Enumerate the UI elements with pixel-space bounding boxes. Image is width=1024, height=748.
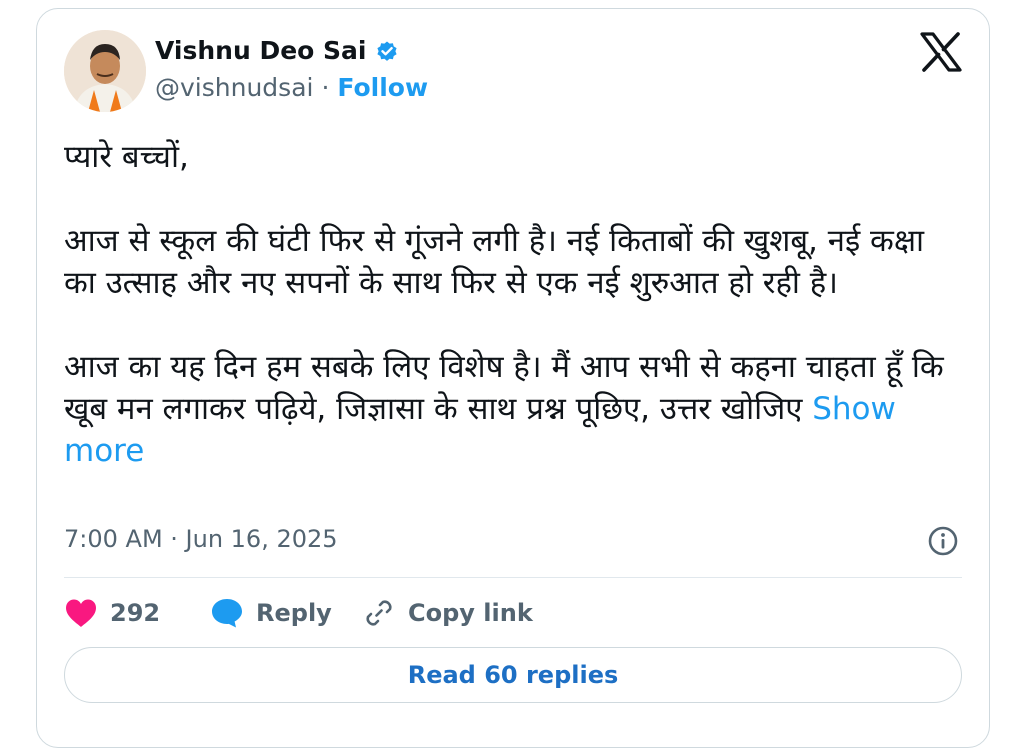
- divider: [64, 577, 962, 578]
- heart-icon: [66, 599, 96, 627]
- reply-label: Reply: [256, 599, 332, 627]
- follow-button[interactable]: Follow: [337, 73, 428, 102]
- like-button[interactable]: 292: [64, 598, 210, 628]
- author-name[interactable]: Vishnu Deo Sai: [155, 36, 367, 65]
- tweet-actions: 292 Reply Copy link: [64, 592, 533, 634]
- tweet-body: प्यारे बच्चों, आज से स्कूल की घंटी फिर स…: [64, 139, 944, 427]
- copy-link-label: Copy link: [408, 599, 533, 627]
- copy-link-button[interactable]: Copy link: [362, 596, 533, 630]
- tweet-text: प्यारे बच्चों, आज से स्कूल की घंटी फिर स…: [64, 136, 954, 472]
- handle-separator: ·: [321, 73, 330, 102]
- author-handle[interactable]: @vishnudsai: [155, 73, 313, 102]
- x-logo-icon[interactable]: [920, 32, 962, 72]
- author-name-row: Vishnu Deo Sai: [155, 36, 399, 65]
- speech-bubble-icon: [212, 599, 242, 628]
- link-icon: [366, 600, 392, 626]
- avatar-image: [64, 30, 146, 112]
- author-handle-row: @vishnudsai · Follow: [155, 73, 428, 102]
- tweet-timestamp[interactable]: 7:00 AM · Jun 16, 2025: [64, 525, 338, 553]
- read-replies-label: Read 60 replies: [407, 661, 619, 689]
- read-replies-button[interactable]: Read 60 replies: [64, 647, 962, 703]
- verified-badge-icon: [376, 41, 397, 61]
- info-icon[interactable]: [927, 525, 959, 557]
- like-count: 292: [110, 599, 161, 627]
- avatar[interactable]: [64, 30, 146, 112]
- reply-button[interactable]: Reply: [210, 597, 362, 629]
